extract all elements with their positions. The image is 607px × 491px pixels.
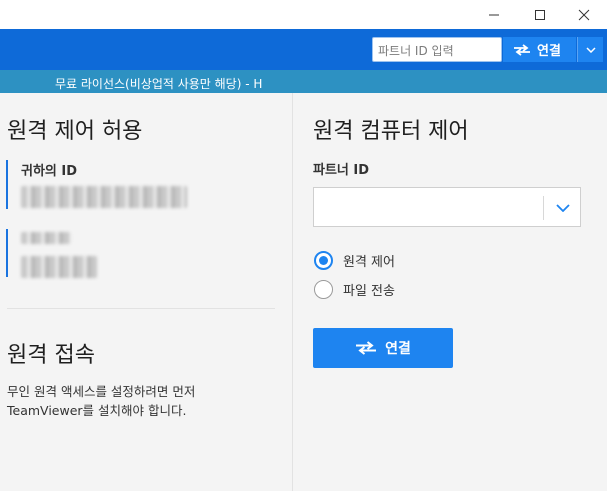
control-remote-panel: 원격 컴퓨터 제어 파트너 ID 원격 제어 파일 전송 연결 xyxy=(294,93,607,491)
minimize-icon xyxy=(489,14,499,15)
section-divider xyxy=(7,308,275,309)
remote-control-label: 원격 제어 xyxy=(343,255,395,270)
chevron-down-icon xyxy=(556,204,570,212)
connect-button[interactable]: 연결 xyxy=(313,328,453,368)
your-id-block: 귀하의 ID xyxy=(6,160,187,209)
unattended-access-text: 무인 원격 액세스를 설정하려면 먼저 TeamViewer를 설치해야 합니다… xyxy=(7,382,195,420)
option-file-transfer[interactable]: 파일 전송 xyxy=(314,280,395,299)
partner-id-quick-input[interactable]: 파트너 ID 입력 xyxy=(372,37,502,62)
combo-separator xyxy=(543,196,544,220)
password-block xyxy=(6,229,97,278)
partner-id-label: 파트너 ID xyxy=(313,163,370,178)
swap-arrows-icon xyxy=(356,341,377,355)
connect-button-label: 연결 xyxy=(385,341,411,357)
minimize-button[interactable] xyxy=(471,0,517,29)
allow-remote-panel: 원격 제어 허용 귀하의 ID 원격 접속 무인 원격 액세스를 설정하려면 먼… xyxy=(0,93,293,491)
partner-id-combobox[interactable] xyxy=(313,187,581,227)
close-icon xyxy=(578,9,590,20)
top-action-bar: 파트너 ID 입력 연결 xyxy=(0,29,607,70)
close-button[interactable] xyxy=(561,0,607,29)
window-titlebar xyxy=(0,0,607,29)
license-banner: 무료 라이선스(비상업적 사용만 해당) - H xyxy=(0,70,607,93)
partner-id-quick-placeholder: 파트너 ID 입력 xyxy=(378,44,454,58)
swap-arrows-icon xyxy=(514,43,530,56)
allow-control-title: 원격 제어 허용 xyxy=(7,119,143,144)
quick-connect-label: 연결 xyxy=(537,44,561,59)
file-transfer-label: 파일 전송 xyxy=(343,284,395,299)
password-value-redacted xyxy=(21,256,97,278)
maximize-icon xyxy=(535,9,545,20)
unattended-text-line-1: 무인 원격 액세스를 설정하려면 먼저 xyxy=(7,384,196,399)
control-remote-title: 원격 컴퓨터 제어 xyxy=(313,119,469,144)
partner-id-dropdown-toggle[interactable] xyxy=(549,196,577,220)
chevron-down-icon xyxy=(585,46,596,53)
option-remote-control[interactable]: 원격 제어 xyxy=(314,251,395,270)
your-id-value-redacted xyxy=(21,186,187,208)
remote-control-radio[interactable] xyxy=(314,251,333,270)
your-id-label: 귀하의 ID xyxy=(21,164,78,179)
maximize-button[interactable] xyxy=(517,0,563,29)
unattended-access-title: 원격 접속 xyxy=(7,343,95,368)
password-label-redacted xyxy=(21,232,71,244)
file-transfer-radio[interactable] xyxy=(314,280,333,299)
quick-connect-button[interactable]: 연결 xyxy=(503,37,576,62)
unattended-text-line-2: TeamViewer를 설치해야 합니다. xyxy=(7,403,187,418)
connect-dropdown-button[interactable] xyxy=(577,37,603,62)
